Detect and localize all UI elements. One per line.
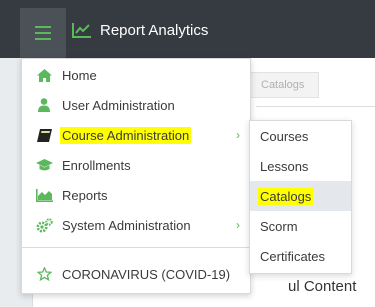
- menu-item-home[interactable]: Home: [22, 60, 250, 90]
- menu-item-reports[interactable]: Reports: [22, 180, 250, 210]
- menu-item-coronavirus[interactable]: CORONAVIRUS (COVID-19): [22, 259, 250, 289]
- menu-item-course-administration[interactable]: Course Administration ›: [22, 120, 250, 150]
- menu-item-system-administration[interactable]: System Administration ›: [22, 210, 250, 240]
- menu-item-label: Reports: [62, 187, 108, 203]
- menu-item-user-administration[interactable]: User Administration: [22, 90, 250, 120]
- menu-item-label: Home: [62, 67, 97, 83]
- menu-item-label: CORONAVIRUS (COVID-19): [62, 266, 231, 282]
- menu-item-label: Enrollments: [62, 157, 131, 173]
- book-icon: [35, 127, 53, 143]
- cogs-icon: [35, 217, 53, 233]
- menu-item-label: System Administration: [62, 217, 191, 233]
- submenu-item-scorm[interactable]: Scorm: [250, 211, 351, 241]
- submenu-item-lessons[interactable]: Lessons: [250, 151, 351, 181]
- chevron-right-icon: ›: [236, 128, 240, 142]
- app-title: Report Analytics: [100, 21, 209, 39]
- page-heading-fragment: ul Content: [288, 278, 357, 295]
- menu-divider: [22, 247, 250, 248]
- course-administration-submenu: Courses Lessons Catalogs Scorm Certifica…: [249, 120, 352, 274]
- main-menu-dropdown: Home User Administration Course Administ…: [21, 58, 251, 294]
- menu-item-label: Course Administration: [60, 126, 192, 144]
- line-chart-icon: [72, 23, 91, 38]
- submenu-item-courses[interactable]: Courses: [250, 121, 351, 151]
- area-chart-icon: [35, 187, 53, 203]
- menu-toggle-button[interactable]: [20, 8, 66, 58]
- home-icon: [35, 67, 53, 83]
- hamburger-icon: [35, 26, 51, 40]
- graduation-cap-icon: [35, 157, 53, 173]
- submenu-item-certificates[interactable]: Certificates: [250, 241, 351, 271]
- menu-item-enrollments[interactable]: Enrollments: [22, 150, 250, 180]
- submenu-item-catalogs[interactable]: Catalogs: [250, 181, 351, 211]
- divider: [256, 106, 375, 107]
- menu-item-label: User Administration: [62, 97, 175, 113]
- user-icon: [35, 97, 53, 113]
- chevron-right-icon: ›: [236, 218, 240, 232]
- breadcrumb-item[interactable]: Catalogs: [248, 72, 320, 98]
- top-navbar: Report Analytics: [0, 0, 375, 58]
- star-icon: [35, 266, 53, 282]
- brand[interactable]: Report Analytics: [72, 18, 208, 42]
